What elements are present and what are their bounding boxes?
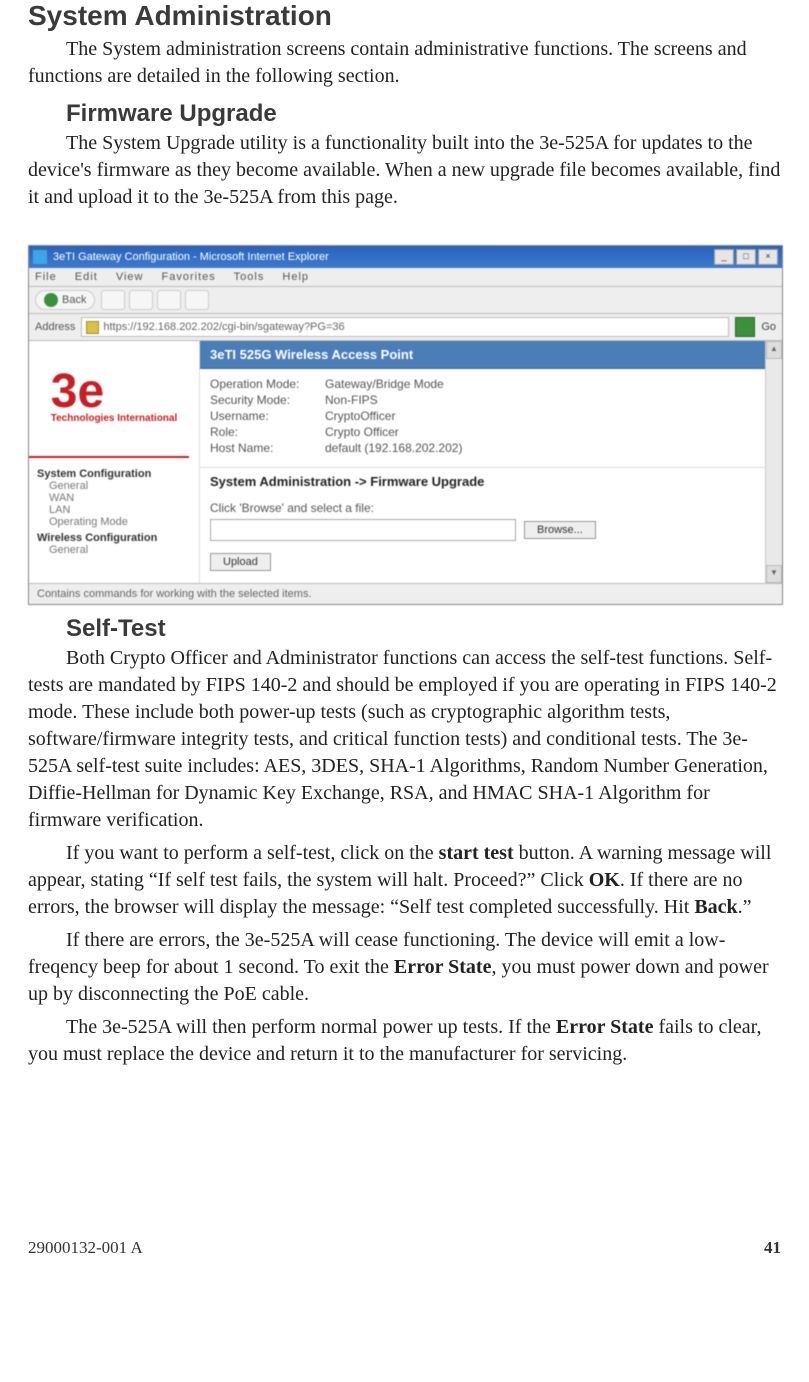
- page-banner: 3eTI 525G Wireless Access Point: [200, 341, 765, 369]
- nav-group-system-config: System Configuration: [37, 468, 191, 480]
- row-security-mode: Security Mode:Non-FIPS: [210, 393, 755, 407]
- status-table: Operation Mode:Gateway/Bridge Mode Secur…: [200, 369, 765, 467]
- nav-group-wireless-config: Wireless Configuration: [37, 532, 191, 544]
- file-path-input[interactable]: [210, 519, 516, 541]
- side-nav: System Configuration General WAN LAN Ope…: [29, 458, 199, 564]
- logo-sub-text: Technologies International: [51, 414, 178, 424]
- address-url: https://192.168.202.202/cgi-bin/sgateway…: [103, 321, 344, 333]
- row-host-name: Host Name:default (192.168.202.202): [210, 441, 755, 455]
- row-username: Username:CryptoOfficer: [210, 409, 755, 423]
- go-button[interactable]: [735, 317, 755, 337]
- page-content: 3e Technologies International System Con…: [29, 341, 782, 583]
- menu-edit[interactable]: Edit: [75, 271, 98, 283]
- para-selftest-3: If there are errors, the 3e-525A will ce…: [28, 927, 781, 1008]
- menu-help[interactable]: Help: [282, 271, 309, 283]
- scroll-up-button[interactable]: [766, 341, 782, 359]
- para-selftest-4: The 3e-525A will then perform normal pow…: [28, 1014, 781, 1068]
- heading-firmware-upgrade: Firmware Upgrade: [66, 100, 781, 128]
- padlock-icon: [86, 321, 99, 334]
- address-label: Address: [35, 321, 75, 333]
- minimize-button[interactable]: _: [714, 249, 734, 265]
- page-footer: 29000132-001 A 41: [28, 1238, 781, 1278]
- scroll-track[interactable]: [766, 359, 782, 565]
- home-button[interactable]: [185, 290, 209, 310]
- heading-self-test: Self-Test: [66, 615, 781, 643]
- right-column: 3eTI 525G Wireless Access Point Operatio…: [200, 341, 765, 583]
- back-button[interactable]: Back: [35, 290, 95, 310]
- vendor-logo: 3e Technologies International: [29, 341, 199, 456]
- page-number: 41: [764, 1238, 781, 1258]
- section-firmware-upgrade: System Administration -> Firmware Upgrad…: [200, 467, 765, 495]
- maximize-button[interactable]: □: [736, 249, 756, 265]
- menu-file[interactable]: File: [35, 271, 57, 283]
- menu-tools[interactable]: Tools: [234, 271, 265, 283]
- scroll-down-button[interactable]: [766, 565, 782, 583]
- status-text: Contains commands for working with the s…: [37, 588, 312, 600]
- browse-button[interactable]: Browse...: [524, 521, 596, 539]
- upload-hint: Click 'Browse' and select a file:: [210, 501, 755, 515]
- label-error-state-2: Error State: [556, 1016, 654, 1038]
- address-field[interactable]: https://192.168.202.202/cgi-bin/sgateway…: [81, 317, 729, 337]
- window-title: 3eTI Gateway Configuration - Microsoft I…: [53, 251, 714, 263]
- para-sysadmin-intro: The System administration screens contai…: [28, 36, 781, 90]
- menu-bar: File Edit View Favorites Tools Help: [29, 268, 782, 287]
- vertical-scrollbar[interactable]: [765, 341, 782, 583]
- label-back: Back: [694, 896, 737, 918]
- logo-main-text: 3e: [51, 365, 104, 418]
- ie-window: 3eTI Gateway Configuration - Microsoft I…: [28, 245, 783, 605]
- doc-number: 29000132-001 A: [28, 1238, 143, 1258]
- row-operation-mode: Operation Mode:Gateway/Bridge Mode: [210, 377, 755, 391]
- para-selftest-1: Both Crypto Officer and Administrator fu…: [28, 645, 781, 834]
- nav-general[interactable]: General: [49, 480, 191, 492]
- embedded-screenshot: 3eTI Gateway Configuration - Microsoft I…: [28, 245, 781, 605]
- toolbar: Back: [29, 287, 782, 314]
- refresh-button[interactable]: [157, 290, 181, 310]
- address-bar: Address https://192.168.202.202/cgi-bin/…: [29, 314, 782, 341]
- go-label: Go: [761, 321, 776, 333]
- window-buttons: _ □ ×: [714, 249, 778, 265]
- menu-view[interactable]: View: [116, 271, 144, 283]
- nav-wireless-general[interactable]: General: [49, 544, 191, 556]
- upload-button[interactable]: Upload: [210, 553, 271, 571]
- browser-status-bar: Contains commands for working with the s…: [29, 583, 782, 604]
- label-error-state-1: Error State: [394, 956, 492, 978]
- close-button[interactable]: ×: [758, 249, 778, 265]
- forward-button[interactable]: [101, 290, 125, 310]
- nav-wan[interactable]: WAN: [49, 492, 191, 504]
- heading-system-administration: System Administration: [28, 0, 781, 32]
- nav-operating-mode[interactable]: Operating Mode: [49, 516, 191, 528]
- left-column: 3e Technologies International System Con…: [29, 341, 200, 583]
- upload-area: Click 'Browse' and select a file: Browse…: [200, 495, 765, 583]
- para-selftest-2: If you want to perform a self-test, clic…: [28, 840, 781, 921]
- menu-favorites[interactable]: Favorites: [162, 271, 216, 283]
- window-titlebar: 3eTI Gateway Configuration - Microsoft I…: [29, 246, 782, 268]
- ie-icon: [33, 250, 47, 264]
- para-firmware: The System Upgrade utility is a function…: [28, 130, 781, 211]
- nav-lan[interactable]: LAN: [49, 504, 191, 516]
- label-start-test: start test: [439, 842, 514, 864]
- label-ok: OK: [589, 869, 620, 891]
- row-role: Role:Crypto Officer: [210, 425, 755, 439]
- stop-button[interactable]: [129, 290, 153, 310]
